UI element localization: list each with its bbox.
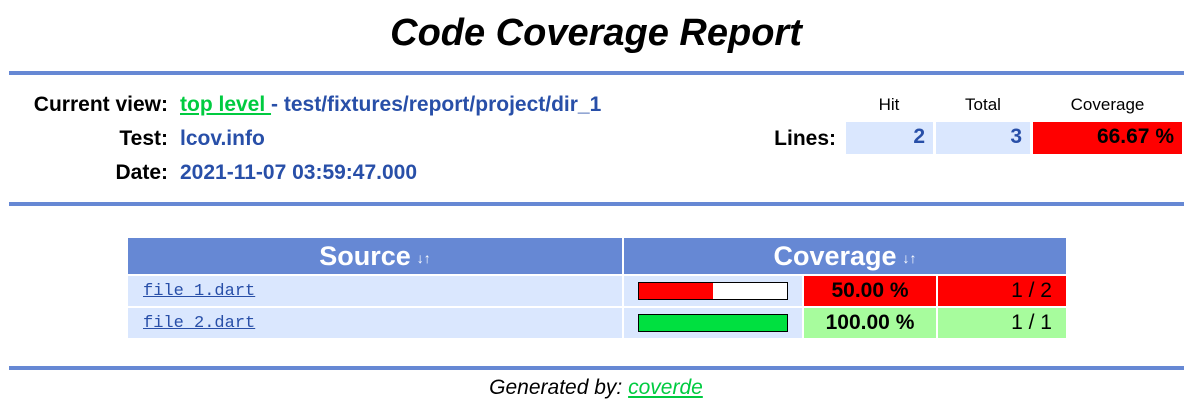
- table-row: file_1.dart: [128, 276, 622, 306]
- coverage-bar-cell: [624, 308, 802, 338]
- current-view-value: top level - test/fixtures/report/project…: [180, 92, 601, 118]
- header-divider: [9, 202, 1184, 206]
- sort-icon[interactable]: ↓↑: [903, 240, 917, 276]
- table-row: file_2.dart: [128, 308, 622, 338]
- coverage-ratio: 1 / 1: [938, 308, 1066, 338]
- summary-hit-header: Hit: [878, 95, 900, 114]
- footer-prefix: Generated by:: [489, 376, 629, 399]
- footer: Generated by: coverde: [0, 374, 1192, 402]
- date-label: Date:: [115, 161, 168, 184]
- summary-coverage-header: Coverage: [1070, 95, 1145, 114]
- file-link[interactable]: file_1.dart: [143, 282, 255, 301]
- coverage-bar-cell: [624, 276, 802, 306]
- test-value: lcov.info: [180, 127, 265, 150]
- test-label: Test:: [119, 127, 168, 150]
- current-path: - test/fixtures/report/project/dir_1: [271, 93, 602, 116]
- coverage-bar-fill: [639, 315, 787, 331]
- coverde-link[interactable]: coverde: [628, 376, 703, 399]
- coverage-bar-fill: [639, 283, 713, 299]
- coverage-bar: [638, 314, 788, 332]
- coverage-ratio: 1 / 2: [938, 276, 1066, 306]
- sort-icon[interactable]: ↓↑: [417, 240, 431, 276]
- coverage-bar: [638, 282, 788, 300]
- coverage-column-header[interactable]: Coverage ↓↑: [624, 238, 1066, 274]
- lines-hit: 2: [846, 122, 933, 154]
- lines-label: Lines:: [774, 127, 836, 150]
- file-link[interactable]: file_2.dart: [143, 314, 255, 333]
- coverage-header-label: Coverage: [773, 241, 897, 271]
- source-header-label: Source: [319, 241, 411, 271]
- footer-divider: [9, 366, 1184, 370]
- top-divider: [9, 71, 1184, 75]
- top-level-link[interactable]: top level: [180, 93, 271, 116]
- coverage-percent: 100.00 %: [804, 308, 936, 338]
- summary-total-header: Total: [965, 95, 1001, 114]
- source-column-header[interactable]: Source ↓↑: [128, 238, 622, 274]
- date-value: 2021-11-07 03:59:47.000: [180, 161, 418, 184]
- coverage-percent: 50.00 %: [804, 276, 936, 306]
- page-title: Code Coverage Report: [390, 12, 802, 54]
- current-view-label: Current view:: [33, 93, 168, 116]
- lines-total: 3: [936, 122, 1030, 154]
- lines-coverage: 66.67 %: [1033, 122, 1182, 154]
